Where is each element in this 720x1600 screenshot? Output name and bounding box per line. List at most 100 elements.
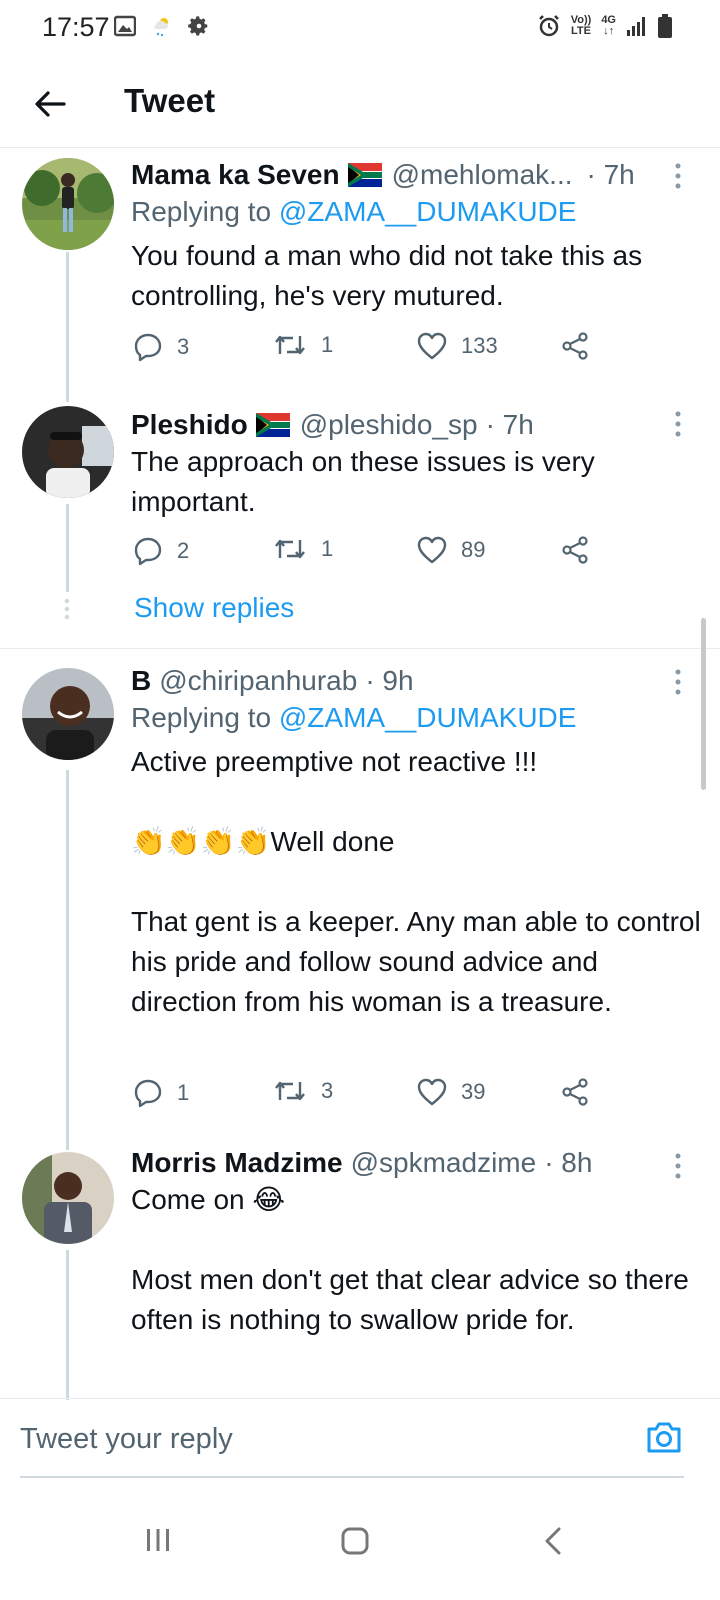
reply-count: 2	[177, 538, 190, 563]
author-handle[interactable]: @chiripanhurab	[159, 664, 357, 698]
camera-icon[interactable]	[644, 1417, 684, 1457]
author-name[interactable]: Morris Madzime	[131, 1146, 343, 1180]
author-name[interactable]: Pleshido	[131, 408, 248, 442]
back-nav-icon[interactable]	[540, 1526, 566, 1556]
home-icon[interactable]	[340, 1526, 370, 1556]
reply-button[interactable]: 3	[133, 332, 189, 362]
volte-indicator: Vo)) LTE	[570, 14, 592, 37]
retweet-icon	[275, 539, 305, 559]
thread-line	[66, 770, 69, 1150]
show-replies-link[interactable]: Show replies	[134, 592, 294, 624]
retweet-count: 1	[321, 332, 334, 357]
status-time: 17:57	[42, 12, 110, 42]
system-nav-bar	[0, 1488, 720, 1600]
tweet-time: · 9h	[365, 665, 414, 696]
tweet-text: Come on 😂	[131, 1184, 286, 1215]
reply-icon	[134, 537, 162, 566]
back-arrow-icon[interactable]	[30, 84, 70, 124]
reply-composer	[0, 1398, 720, 1478]
like-icon	[417, 332, 447, 360]
author-handle[interactable]: @pleshido_sp	[300, 408, 478, 442]
tweet-actions: 3 1 133	[131, 332, 611, 372]
like-button[interactable]: 89	[417, 536, 485, 564]
share-button[interactable]	[561, 536, 589, 564]
retweet-count: 1	[321, 536, 334, 561]
tweet[interactable]: Morris Madzime @spkmadzime · 8h Come on …	[0, 1142, 720, 1400]
retweet-button[interactable]: 1	[273, 332, 333, 358]
status-left-icons	[114, 14, 210, 38]
like-button[interactable]: 39	[417, 1078, 485, 1106]
tweet[interactable]: B @chiripanhurab · 9h Replying to @ZAMA_…	[0, 660, 720, 1150]
status-right-icons: Vo)) LTE 4G ↓↑	[537, 14, 672, 38]
tweet-header: Pleshido @pleshido_sp · 7h	[131, 408, 704, 442]
laughing-emoji: 😂	[252, 1184, 286, 1215]
retweet-count: 3	[321, 1078, 334, 1103]
avatar[interactable]	[22, 668, 114, 760]
tweet-text: Active preemptive not reactive !!!	[131, 746, 538, 777]
thread-line	[66, 504, 69, 592]
tweet-text: That gent is a keeper. Any man able to c…	[131, 906, 701, 1017]
reply-input[interactable]	[20, 1423, 620, 1456]
tweet[interactable]: Mama ka Seven @mehlomak... · 7h Replying…	[0, 150, 720, 400]
weather-icon	[154, 18, 168, 37]
tweet-header: Morris Madzime @spkmadzime · 8h	[131, 1146, 704, 1180]
south-africa-flag-icon	[255, 413, 290, 437]
tweet-text: Most men don't get that clear advice so …	[131, 1264, 689, 1335]
scrollbar[interactable]	[701, 618, 706, 790]
more-icon[interactable]	[672, 668, 684, 696]
like-count: 39	[461, 1079, 486, 1104]
tweet-actions: 2 1 89	[131, 536, 611, 576]
recent-apps-icon[interactable]	[144, 1526, 172, 1554]
network-indicator: 4G ↓↑	[601, 14, 616, 37]
south-africa-flag-icon	[347, 163, 382, 187]
like-icon	[417, 536, 447, 564]
like-count: 133	[461, 333, 498, 358]
page-title: Tweet	[124, 82, 216, 119]
share-button[interactable]	[561, 1078, 589, 1106]
signal-icon	[627, 17, 645, 36]
retweet-button[interactable]: 3	[273, 1078, 333, 1104]
thread-line	[66, 1250, 69, 1400]
like-button[interactable]: 133	[417, 332, 498, 360]
more-icon[interactable]	[672, 162, 684, 190]
tweet-text: 👏👏👏👏Well done	[131, 826, 395, 857]
avatar[interactable]	[22, 406, 114, 498]
reply-count: 3	[177, 334, 190, 359]
tweet-text: The approach on these issues is very imp…	[131, 446, 595, 517]
replying-to: Replying to @ZAMA__DUMAKUDE	[131, 196, 577, 227]
alarm-icon	[538, 15, 559, 37]
composer-underline	[20, 1476, 684, 1478]
more-icon[interactable]	[672, 1152, 684, 1180]
author-name[interactable]: B	[131, 664, 151, 698]
share-icon	[562, 1078, 588, 1106]
tweet-actions: 1 3 39	[131, 1078, 611, 1118]
tweet-header: B @chiripanhurab · 9h	[131, 664, 704, 698]
reply-button[interactable]: 1	[133, 1078, 189, 1108]
like-icon	[417, 1078, 447, 1106]
reply-count: 1	[177, 1080, 190, 1105]
tweet[interactable]: Pleshido @pleshido_sp · 7h The approach …	[0, 400, 720, 645]
tweet-header: Mama ka Seven @mehlomak... · 7h	[131, 158, 704, 192]
more-icon[interactable]	[672, 410, 684, 438]
like-count: 89	[461, 537, 486, 562]
tweet-time: · 7h	[586, 159, 635, 190]
tweet-text: You found a man who did not take this as…	[131, 240, 643, 311]
app-header: Tweet	[0, 64, 720, 148]
share-button[interactable]	[561, 332, 589, 360]
clapping-emoji: 👏👏👏👏	[131, 826, 271, 857]
retweet-icon	[275, 1081, 305, 1101]
author-handle[interactable]: @mehlomak...	[392, 158, 573, 192]
avatar[interactable]	[22, 158, 114, 250]
divider	[0, 648, 720, 649]
author-name[interactable]: Mama ka Seven	[131, 158, 340, 192]
reply-icon	[134, 333, 162, 362]
avatar[interactable]	[22, 1152, 114, 1244]
share-icon	[562, 536, 588, 564]
reply-button[interactable]: 2	[133, 536, 189, 566]
mention-link[interactable]: @ZAMA__DUMAKUDE	[279, 702, 577, 733]
author-handle[interactable]: @spkmadzime	[351, 1146, 537, 1180]
status-bar: 17:57 Vo)) LTE 4G ↓↑	[0, 0, 720, 56]
retweet-button[interactable]: 1	[273, 536, 333, 562]
share-icon	[562, 332, 588, 360]
mention-link[interactable]: @ZAMA__DUMAKUDE	[279, 196, 577, 227]
